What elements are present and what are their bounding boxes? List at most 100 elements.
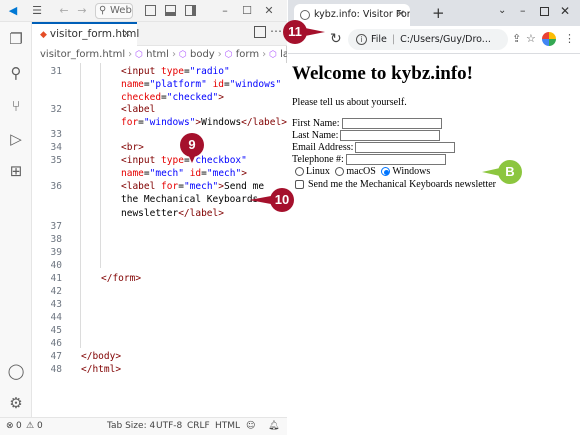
callout-pointer (188, 154, 196, 163)
code-line: <br> (121, 142, 144, 153)
browser-tab-strip: kybz.info: Visitor Form ✕ + ⌄ – ✕ (288, 0, 580, 26)
profile-avatar[interactable] (542, 32, 556, 46)
code-line: <label for="mech">Send me (121, 181, 265, 192)
last-name-label: Last Name: (292, 130, 339, 141)
minimize-icon[interactable]: – (220, 3, 230, 19)
more-actions-icon[interactable]: ⋯ (270, 24, 282, 38)
maximize-icon[interactable]: ☐ (242, 3, 252, 19)
radio-windows[interactable] (381, 167, 391, 177)
editor-tab[interactable]: ◆ visitor_form.html ✕ (32, 22, 139, 46)
code-line: name="platform" id="windows" (121, 79, 282, 90)
toggle-secondary-sidebar-icon[interactable] (185, 5, 196, 16)
info-icon[interactable]: i (356, 34, 367, 45)
newsletter-checkbox[interactable] (295, 180, 304, 190)
warning-count[interactable]: 0 (37, 418, 43, 435)
browser-menu-icon[interactable]: ⋮ (564, 32, 575, 45)
telephone-label: Telephone #: (292, 154, 344, 165)
line-ending[interactable]: CRLF (187, 418, 210, 435)
close-tab-icon[interactable]: ✕ (123, 24, 131, 45)
radio-linux[interactable] (295, 167, 304, 177)
account-icon[interactable]: ◯ (7, 362, 25, 380)
platform-radio-group: Linux macOS Windows (292, 166, 576, 178)
code-line: newsletter</label> (121, 208, 224, 219)
code-editor[interactable]: 31 32 33 34 35 36 37 38 39 40 41 42 43 4… (32, 63, 287, 417)
back-arrow-icon[interactable]: ← (58, 3, 70, 19)
breadcrumb-item[interactable]: body (190, 49, 215, 60)
tab-size[interactable]: Tab Size: 4 (107, 418, 155, 435)
remote-icon[interactable]: ⊗ (6, 418, 14, 435)
line-number: 33 (50, 129, 62, 140)
line-number: 35 (50, 155, 62, 166)
activity-bar: ❐ ⚲ ⑂ ▷ ⊞ ◯ ⚙ (0, 22, 32, 417)
line-number: 38 (50, 234, 62, 245)
line-number: 45 (50, 325, 62, 336)
radio-label[interactable]: Windows (392, 166, 430, 177)
radio-macos[interactable] (335, 167, 345, 177)
split-editor-icon[interactable] (254, 26, 266, 38)
maximize-icon[interactable] (540, 7, 549, 16)
encoding[interactable]: UTF-8 (156, 418, 182, 435)
toggle-panel-icon[interactable] (165, 5, 176, 16)
share-icon[interactable]: ⇪ (512, 32, 521, 45)
code-line: <input type="radio" (121, 66, 230, 77)
breadcrumb-item[interactable]: visitor_form.html (40, 49, 125, 60)
search-icon: ⚲ (99, 5, 107, 16)
address-bar[interactable]: i File | C:/Users/Guy/Dro... (348, 29, 508, 50)
run-debug-icon[interactable]: ▷ (7, 130, 25, 148)
breadcrumb-item[interactable]: form (236, 49, 259, 60)
line-number: 34 (50, 142, 62, 153)
code-line: </body> (81, 351, 122, 362)
language-mode[interactable]: HTML (215, 418, 240, 435)
browser-toolbar: ↻ iFile|C:/Users/Guy/Dro... ⇪ ☆ ✣ ⋮ (288, 26, 580, 54)
close-window-icon[interactable]: ✕ (560, 4, 570, 18)
code-line: </html> (81, 364, 122, 375)
notifications-bell-icon[interactable]: 🔔︎ (268, 418, 279, 435)
form-row: First Name: (292, 118, 576, 130)
line-number: 40 (50, 260, 62, 271)
telephone-input[interactable] (345, 154, 446, 166)
settings-gear-icon[interactable]: ⚙ (7, 394, 25, 412)
command-search-box[interactable]: ⚲ Web... (95, 3, 133, 19)
feedback-icon[interactable]: ☺ (246, 418, 255, 435)
line-number: 47 (50, 351, 62, 362)
forward-arrow-icon[interactable]: → (76, 3, 88, 19)
vscode-window: ◀ ☰ ← → ⚲ Web... – ☐ ✕ ❐ ⚲ ⑂ ▷ ⊞ ◯ ⚙ ◆vi… (0, 0, 287, 435)
search-icon[interactable]: ⚲ (7, 64, 25, 82)
radio-label[interactable]: Linux (306, 166, 330, 177)
address-text: C:/Users/Guy/Dro... (400, 34, 491, 45)
element-icon: ⬡ (224, 50, 233, 60)
close-icon[interactable]: ✕ (264, 3, 274, 19)
first-name-label: First Name: (292, 118, 340, 129)
code-line: name="mech" id="mech"> (121, 168, 247, 179)
web-page-content: Welcome to kybz.info! Please tell us abo… (288, 55, 580, 435)
newsletter-label[interactable]: Send me the Mechanical Keyboards newslet… (308, 179, 496, 190)
breadcrumb-item[interactable]: html (146, 49, 169, 60)
menu-icon[interactable]: ☰ (30, 3, 44, 19)
breadcrumb-item[interactable]: label (280, 49, 287, 60)
bookmark-star-icon[interactable]: ☆ (526, 32, 536, 45)
last-name-input[interactable] (340, 130, 441, 142)
minimize-icon[interactable]: – (520, 4, 526, 17)
source-control-icon[interactable]: ⑂ (7, 97, 25, 115)
code-line: </form> (101, 273, 142, 284)
radio-label[interactable]: macOS (346, 166, 375, 177)
page-heading: Welcome to kybz.info! (292, 63, 474, 84)
explorer-icon[interactable]: ❐ (7, 30, 25, 48)
line-number: 31 (50, 66, 62, 77)
browser-tab-title: kybz.info: Visitor Form (314, 9, 410, 20)
browser-tab[interactable]: kybz.info: Visitor Form ✕ (294, 4, 410, 26)
element-icon: ⬡ (178, 50, 187, 60)
error-count[interactable]: 0 (16, 418, 22, 435)
form-row: Telephone #: (292, 154, 576, 166)
reload-icon[interactable]: ↻ (330, 31, 342, 47)
globe-favicon-icon (300, 10, 310, 20)
close-tab-icon[interactable]: ✕ (397, 4, 405, 25)
first-name-input[interactable] (341, 118, 442, 130)
extensions-icon[interactable]: ⊞ (7, 162, 25, 180)
toggle-sidebar-icon[interactable] (145, 5, 156, 16)
address-scheme-label: File (371, 34, 387, 45)
email-input[interactable] (355, 142, 456, 154)
new-tab-icon[interactable]: + (432, 4, 445, 22)
code-line: <input type="checkbox" (121, 155, 247, 166)
tab-search-chevron-icon[interactable]: ⌄ (498, 5, 506, 16)
